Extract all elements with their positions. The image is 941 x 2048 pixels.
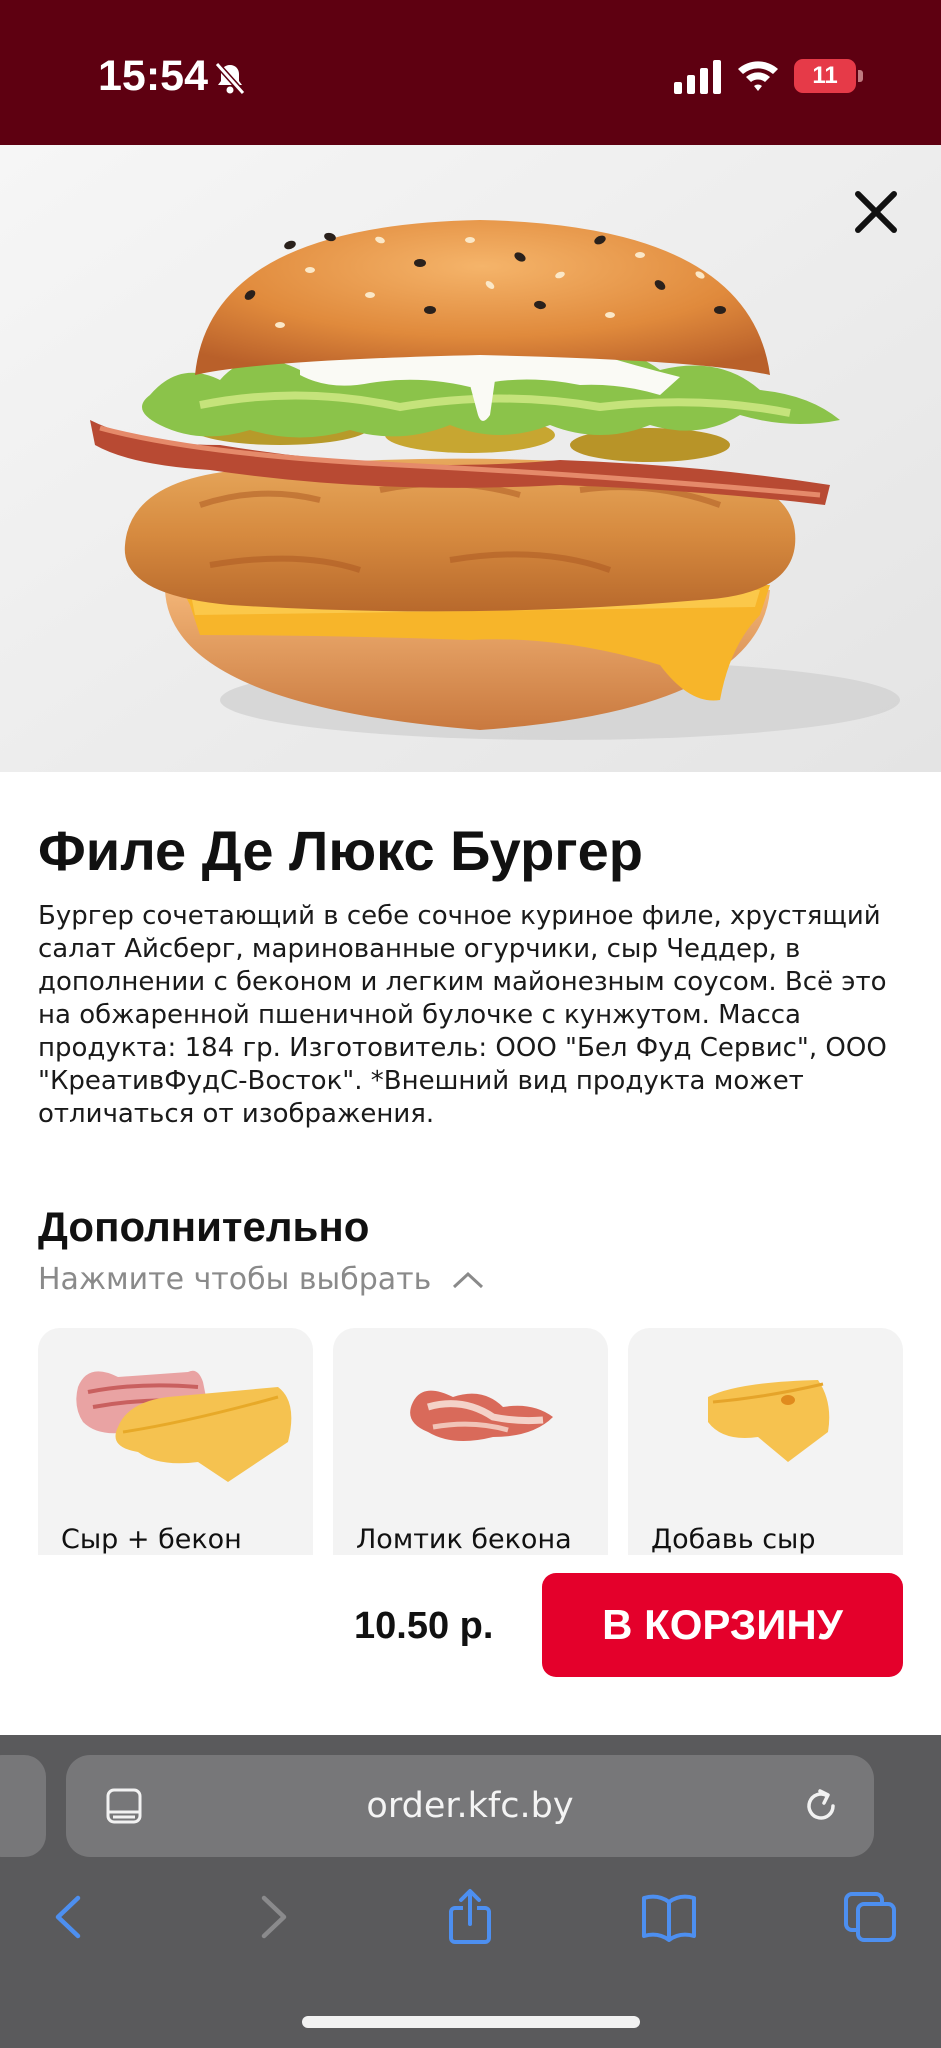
- bell-slash-icon: [214, 61, 246, 96]
- additional-hint: Нажмите чтобы выбрать: [38, 1262, 432, 1297]
- address-bar[interactable]: order.kfc.by: [66, 1755, 874, 1857]
- add-to-cart-button[interactable]: В КОРЗИНУ: [542, 1573, 903, 1677]
- addon-list: Сыр + бекон Ломтик бекона Добавь сыр: [38, 1328, 904, 1555]
- cheese-bacon-image: [76, 1370, 292, 1482]
- cellular-signal-icon: [674, 60, 721, 94]
- home-indicator[interactable]: [302, 2016, 640, 2028]
- burger-illustration: [0, 145, 941, 772]
- tabs-icon[interactable]: [842, 1888, 900, 1946]
- reload-icon[interactable]: [800, 1785, 842, 1827]
- addon-card-cheese-bacon[interactable]: Сыр + бекон: [38, 1328, 313, 1555]
- additional-toggle[interactable]: Нажмите чтобы выбрать: [38, 1262, 485, 1297]
- reader-mode-icon[interactable]: [104, 1786, 144, 1826]
- addon-card-bacon-slice[interactable]: Ломтик бекона: [333, 1328, 608, 1555]
- addon-label: Добавь сыр: [651, 1524, 816, 1555]
- product-title: Филе Де Люкс Бургер: [38, 819, 643, 882]
- product-description: Бургер сочетающий в себе сочное куриное …: [38, 901, 887, 1129]
- addon-card-cheese[interactable]: Добавь сыр: [628, 1328, 903, 1555]
- price: 10.50 р.: [354, 1605, 494, 1647]
- previous-tab-peek[interactable]: [0, 1755, 46, 1857]
- chevron-up-icon: [453, 1271, 484, 1288]
- back-arrow-icon[interactable]: [40, 1888, 98, 1946]
- page: 15:54 11 Филе Де Люкс Бургер Бургер соче…: [0, 0, 941, 2048]
- bookmarks-icon[interactable]: [640, 1888, 698, 1946]
- battery-nub: [858, 70, 863, 82]
- addon-label: Ломтик бекона: [356, 1524, 572, 1555]
- share-icon[interactable]: [441, 1888, 499, 1946]
- url-text: order.kfc.by: [366, 1786, 574, 1826]
- bacon-slice-image: [410, 1390, 553, 1441]
- battery-icon: 11: [794, 59, 856, 93]
- close-icon[interactable]: [848, 184, 904, 240]
- product-image: [0, 145, 941, 772]
- wifi-icon: [738, 61, 778, 91]
- status-time: 15:54: [98, 52, 208, 100]
- cheese-slice-image: [708, 1380, 830, 1462]
- additional-section-title: Дополнительно: [38, 1203, 370, 1250]
- forward-arrow-icon[interactable]: [244, 1888, 302, 1946]
- addon-label: Сыр + бекон: [61, 1524, 242, 1555]
